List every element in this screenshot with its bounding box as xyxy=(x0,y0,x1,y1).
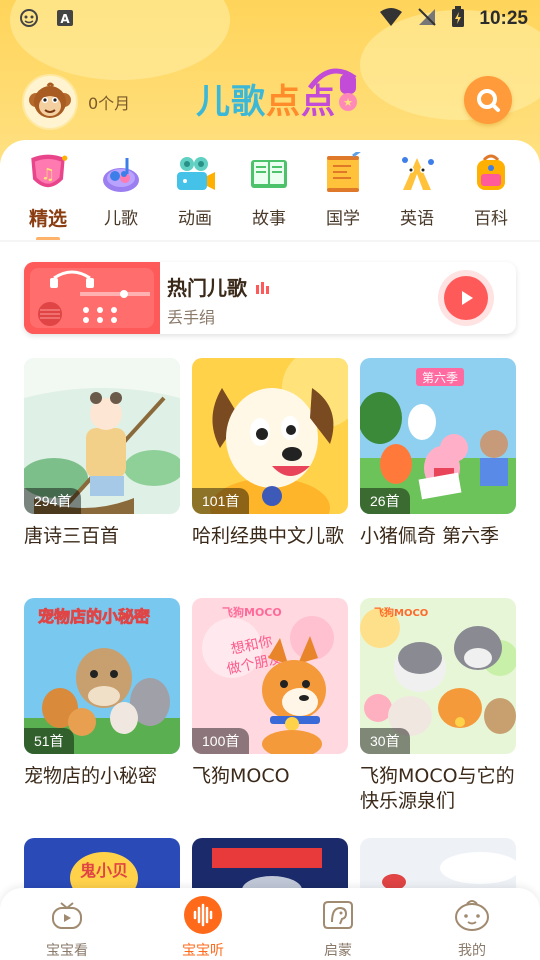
play-button[interactable] xyxy=(444,276,488,320)
track-count-badge: 101首 xyxy=(192,488,250,514)
abc-icon xyxy=(395,152,439,196)
album-cover: 飞狗MOCO 想和你 做个朋友 100首 xyxy=(192,598,348,754)
category-tab-encyclopedia[interactable]: 百科 xyxy=(459,152,523,229)
svg-text:A: A xyxy=(60,12,70,26)
avatar[interactable] xyxy=(22,74,78,130)
track-count-badge: 294首 xyxy=(24,488,82,514)
album-cover: 宠物店的小秘密 51首 xyxy=(24,598,180,754)
category-tab-stories[interactable]: 故事 xyxy=(237,152,301,229)
album-tile-moco-friends[interactable]: 飞狗MOCO 30首 飞狗MOCO与它的快乐源泉们 xyxy=(360,598,516,814)
no-signal-icon xyxy=(417,7,437,31)
svg-text:宠物店的小秘密: 宠物店的小秘密 xyxy=(38,607,150,626)
track-count-badge: 26首 xyxy=(360,488,410,514)
svg-text:鬼小贝: 鬼小贝 xyxy=(80,861,128,880)
bottom-tab-watch[interactable]: 宝宝看 xyxy=(22,896,112,960)
album-title: 哈利经典中文儿歌 xyxy=(192,525,345,547)
album-title: 小猪佩奇 第六季 xyxy=(360,525,500,547)
category-tab-english[interactable]: 英语 xyxy=(385,152,449,229)
profile-area[interactable]: 0个月 xyxy=(22,74,130,130)
album-cover: 飞狗MOCO 30首 xyxy=(360,598,516,754)
bottom-tab-label: 宝宝听 xyxy=(182,943,224,959)
bottom-tab-mine[interactable]: 我的 xyxy=(427,896,517,960)
category-tab-featured[interactable]: ♫ 精选 xyxy=(16,152,80,241)
play-icon xyxy=(462,291,473,305)
app-logo: ★ 儿歌点点 xyxy=(190,60,370,130)
track-count-badge: 30首 xyxy=(360,728,410,754)
scroll-icon xyxy=(321,152,365,196)
head-icon xyxy=(319,896,357,934)
svg-text:飞狗MOCO: 飞狗MOCO xyxy=(222,605,282,619)
category-label: 动画 xyxy=(178,209,212,229)
category-tab-chinese-classics[interactable]: 国学 xyxy=(311,152,375,229)
radio-illustration xyxy=(24,262,160,334)
nav-divider xyxy=(0,240,540,242)
wifi-icon xyxy=(379,7,403,31)
bottom-tab-label: 启蒙 xyxy=(324,943,352,959)
search-button[interactable] xyxy=(464,76,512,124)
svg-text:♫: ♫ xyxy=(41,164,55,183)
svg-text:第六季: 第六季 xyxy=(422,371,458,385)
album-title: 飞狗MOCO与它的快乐源泉们 xyxy=(360,765,515,812)
hot-songs-card[interactable]: 热门儿歌 丢手绢 xyxy=(24,262,516,334)
camera-icon xyxy=(173,152,217,196)
status-bar: A 10:25 xyxy=(0,0,540,36)
album-title: 唐诗三百首 xyxy=(24,525,120,547)
album-tile-peppa-pig[interactable]: 第六季 26首 小猪佩奇 第六季 xyxy=(360,358,516,549)
category-label: 精选 xyxy=(28,208,67,230)
status-clock: 10:25 xyxy=(479,8,528,29)
track-count-badge: 100首 xyxy=(192,728,250,754)
bottom-tab-listen[interactable]: 宝宝听 xyxy=(158,896,248,960)
album-title: 飞狗MOCO xyxy=(192,765,290,787)
track-count-badge: 51首 xyxy=(24,728,74,754)
baby-face-icon xyxy=(453,896,491,934)
album-title: 宠物店的小秘密 xyxy=(24,765,158,787)
featured-badge-icon: ♫ xyxy=(26,152,70,196)
monkey-avatar-icon xyxy=(29,82,71,118)
bottom-tab-enlightenment[interactable]: 启蒙 xyxy=(293,896,383,960)
music-note-icon xyxy=(99,152,143,196)
sound-wave-icon xyxy=(184,896,222,934)
category-tab-songs[interactable]: 儿歌 xyxy=(89,152,153,229)
album-tile-tang-poems[interactable]: 294首 唐诗三百首 xyxy=(24,358,180,549)
logo-text: 儿歌点点 xyxy=(196,82,336,122)
category-label: 百科 xyxy=(474,209,508,229)
baby-age-label: 0个月 xyxy=(88,94,131,113)
hot-songs-title-row: 热门儿歌 xyxy=(167,272,271,301)
tv-icon xyxy=(48,896,86,934)
album-tile-pet-shop-secrets[interactable]: 宠物店的小秘密 51首 宠物店的小秘密 xyxy=(24,598,180,789)
search-icon xyxy=(477,89,500,112)
category-label: 英语 xyxy=(400,209,434,229)
hot-songs-title: 热门儿歌 xyxy=(167,276,247,300)
hot-songs-current-track: 丢手绢 xyxy=(167,308,216,327)
book-icon xyxy=(247,152,291,196)
battery-icon xyxy=(451,6,465,32)
keyboard-icon: A xyxy=(54,7,76,29)
category-nav: ♫ 精选 儿歌 动画 故事 国学 英语 百科 xyxy=(0,140,540,241)
backpack-icon xyxy=(469,152,513,196)
album-tile-harry-songs[interactable]: 101首 哈利经典中文儿歌 xyxy=(192,358,348,549)
svg-text:飞狗MOCO: 飞狗MOCO xyxy=(374,606,428,619)
album-cover: 294首 xyxy=(24,358,180,514)
category-label: 国学 xyxy=(326,209,360,229)
album-cover: 101首 xyxy=(192,358,348,514)
album-tile-moco[interactable]: 飞狗MOCO 想和你 做个朋友 100首 飞狗MOCO xyxy=(192,598,348,789)
category-label: 儿歌 xyxy=(104,209,138,229)
svg-text:★: ★ xyxy=(343,96,353,109)
album-cover: 第六季 26首 xyxy=(360,358,516,514)
equalizer-icon xyxy=(256,281,269,294)
category-tab-animation[interactable]: 动画 xyxy=(163,152,227,229)
bottom-tab-label: 宝宝看 xyxy=(46,943,88,959)
app-notification-icon xyxy=(18,7,40,29)
bottom-tab-label: 我的 xyxy=(458,943,486,959)
category-label: 故事 xyxy=(252,209,286,229)
bottom-nav: 宝宝看 宝宝听 启蒙 我的 xyxy=(0,888,540,960)
